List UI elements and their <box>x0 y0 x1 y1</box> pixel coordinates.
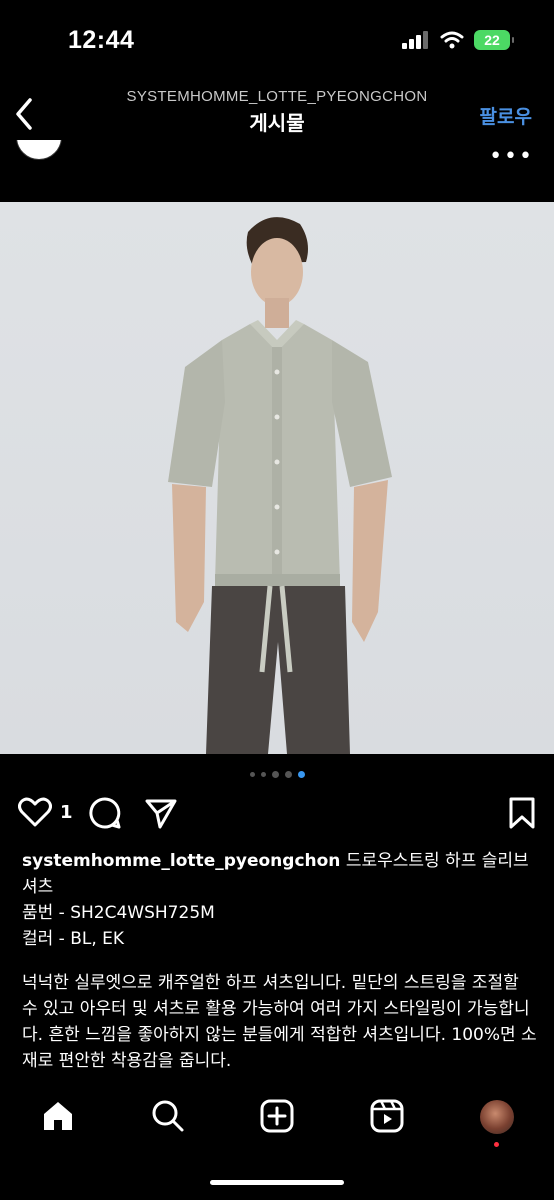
home-icon[interactable] <box>40 1098 76 1134</box>
model-illustration <box>168 217 392 754</box>
carousel-dot <box>249 772 255 777</box>
bookmark-icon[interactable] <box>508 796 536 830</box>
create-icon[interactable] <box>259 1098 295 1134</box>
reels-icon[interactable] <box>369 1098 405 1134</box>
heart-icon[interactable] <box>18 796 52 828</box>
account-name[interactable]: SYSTEMHOMME_LOTTE_PYEONGCHON <box>90 88 464 105</box>
carousel-dot <box>284 771 292 778</box>
back-chevron-icon[interactable] <box>10 94 40 134</box>
profile-avatar[interactable] <box>480 1100 514 1134</box>
carousel-dot <box>271 771 279 778</box>
status-icons: 22 <box>402 30 514 50</box>
status-bar: 12:44 22 <box>0 0 554 80</box>
share-icon[interactable] <box>144 796 178 830</box>
nav-bar: SYSTEMHOMME_LOTTE_PYEONGCHON 게시물 팔로우 <box>0 80 554 148</box>
home-indicator <box>210 1180 344 1185</box>
action-bar: 1 <box>18 796 536 836</box>
status-time: 12:44 <box>68 26 135 54</box>
caption-product-code: 품번 - SH2C4WSH725M <box>22 903 215 923</box>
carousel-dot-active <box>297 771 305 778</box>
more-icon[interactable]: ••• <box>489 144 534 169</box>
battery-icon: 22 <box>474 30 514 50</box>
caption-username[interactable]: systemhomme_lotte_pyeongchon <box>22 851 340 871</box>
caption-first-line: systemhomme_lotte_pyeongchon 드로우스트링 하프 슬… <box>22 848 537 900</box>
nav-titles: SYSTEMHOMME_LOTTE_PYEONGCHON 게시물 <box>90 88 464 136</box>
post-caption: systemhomme_lotte_pyeongchon 드로우스트링 하프 슬… <box>22 848 537 1074</box>
signal-icon <box>402 31 428 49</box>
wifi-icon <box>440 31 464 49</box>
carousel-indicator <box>0 771 554 778</box>
like-count[interactable]: 1 <box>60 802 73 823</box>
follow-button[interactable]: 팔로우 <box>480 102 532 129</box>
caption-colors: 컬러 - BL, EK <box>22 929 125 949</box>
notification-dot <box>494 1142 499 1147</box>
carousel-dot <box>260 772 266 777</box>
page-title: 게시물 <box>249 111 305 135</box>
comment-icon[interactable] <box>88 796 122 830</box>
caption-description: 넉넉한 실루엣으로 캐주얼한 하프 셔츠입니다. 밑단의 스트링을 조절할 수 … <box>22 973 537 1071</box>
post-photo[interactable] <box>0 202 554 754</box>
account-avatar[interactable] <box>16 140 62 160</box>
search-icon[interactable] <box>150 1098 186 1134</box>
post-header: ••• <box>0 140 554 202</box>
